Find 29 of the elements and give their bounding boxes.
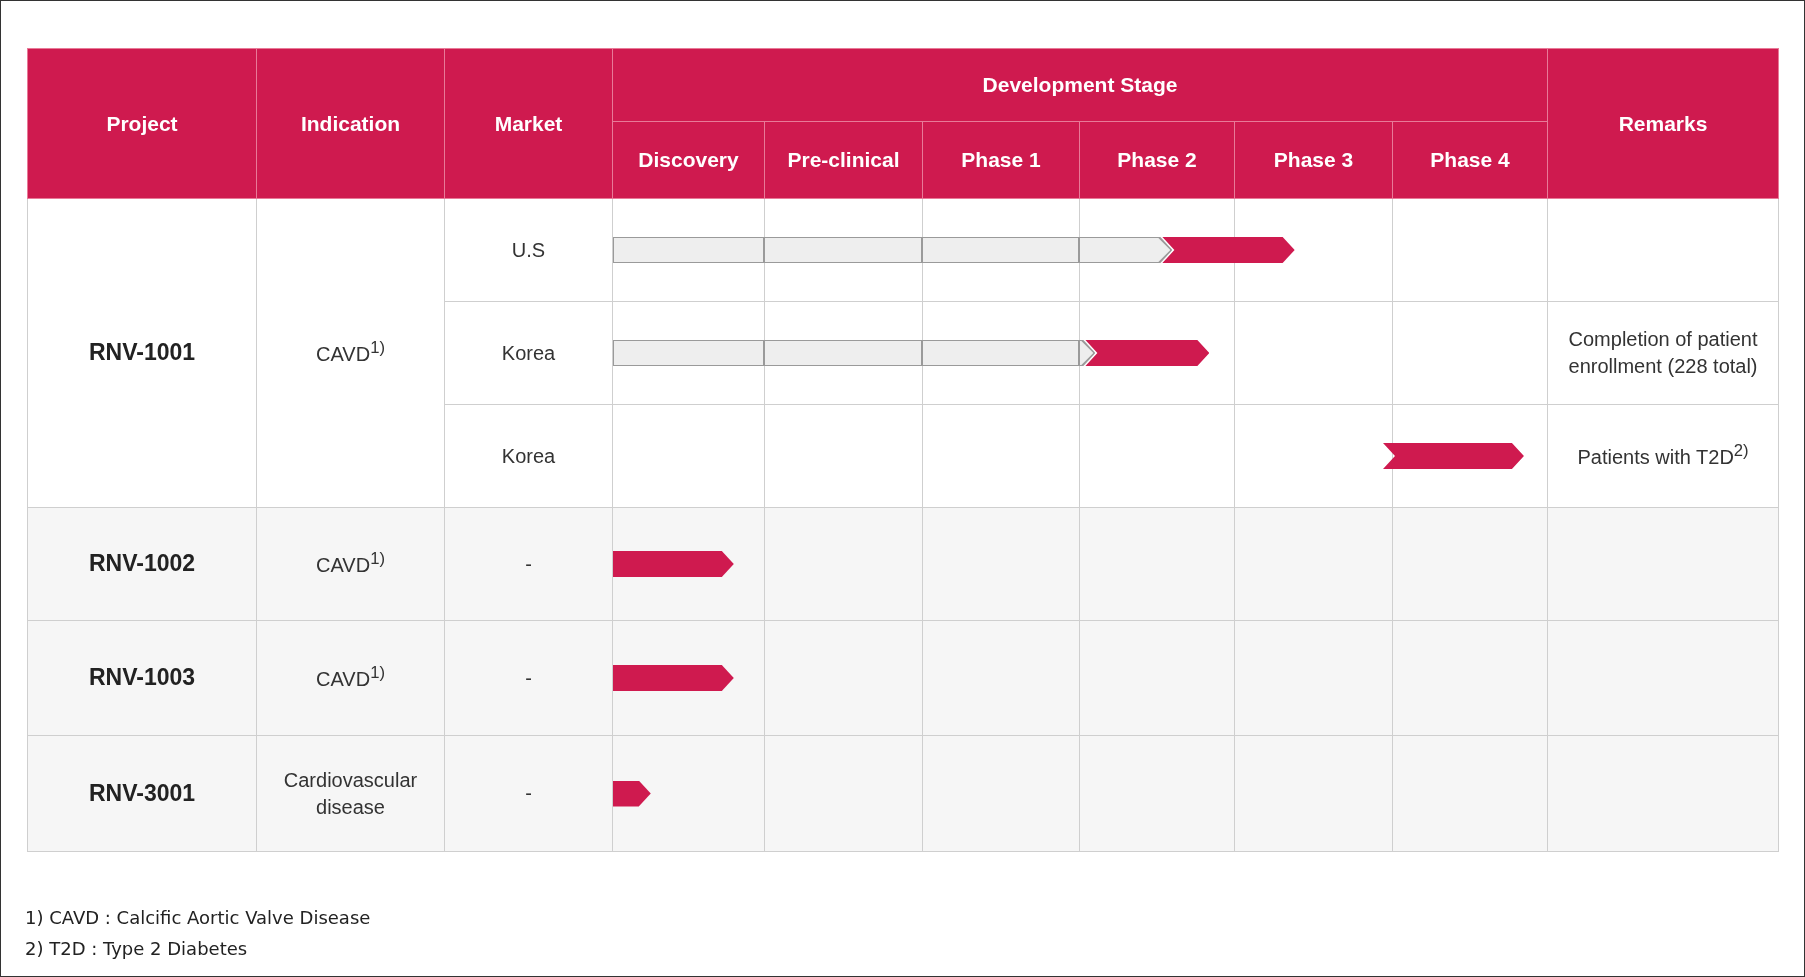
column-header: Phase 1 xyxy=(922,121,1080,199)
column-header: Discovery xyxy=(612,121,765,199)
column-header: Project xyxy=(27,48,257,199)
table-cell: Korea xyxy=(444,301,613,405)
column-header: Remarks xyxy=(1547,48,1779,199)
table-cell: Korea xyxy=(444,404,613,508)
table-cell: - xyxy=(444,620,613,736)
column-header: Phase 3 xyxy=(1234,121,1393,199)
table-cell: - xyxy=(444,507,613,621)
table-cell: RNV-1001 xyxy=(27,198,257,508)
column-header: Pre-clinical xyxy=(764,121,923,199)
footnote: 2) T2D : Type 2 Diabetes xyxy=(25,937,249,961)
column-header: Phase 4 xyxy=(1392,121,1548,199)
column-group-header: Development Stage xyxy=(612,48,1548,122)
table-cell: U.S xyxy=(444,198,613,302)
column-header: Phase 2 xyxy=(1079,121,1235,199)
table-cell: CAVD$^{1)}$ xyxy=(256,620,445,736)
table-cell: Completion of patient enrollment (228 total) xyxy=(1547,301,1779,405)
table-cell: RNV-1002 xyxy=(27,507,257,621)
table-cell: Patients with T2D$^{2)}$ xyxy=(1547,404,1779,508)
table-cell: RNV-1003 xyxy=(27,620,257,736)
table-cell: RNV-3001 xyxy=(27,735,257,852)
table-cell: - xyxy=(444,735,613,852)
table-cell: CAVD$^{1)}$ xyxy=(256,198,445,508)
column-header: Indication xyxy=(256,48,445,199)
table-cell: Cardiovascular disease xyxy=(256,735,445,852)
table-cell: CAVD$^{1)}$ xyxy=(256,507,445,621)
column-header: Market xyxy=(444,48,613,199)
footnote: 1) CAVD : Calcific Aortic Valve Disease xyxy=(25,906,372,930)
